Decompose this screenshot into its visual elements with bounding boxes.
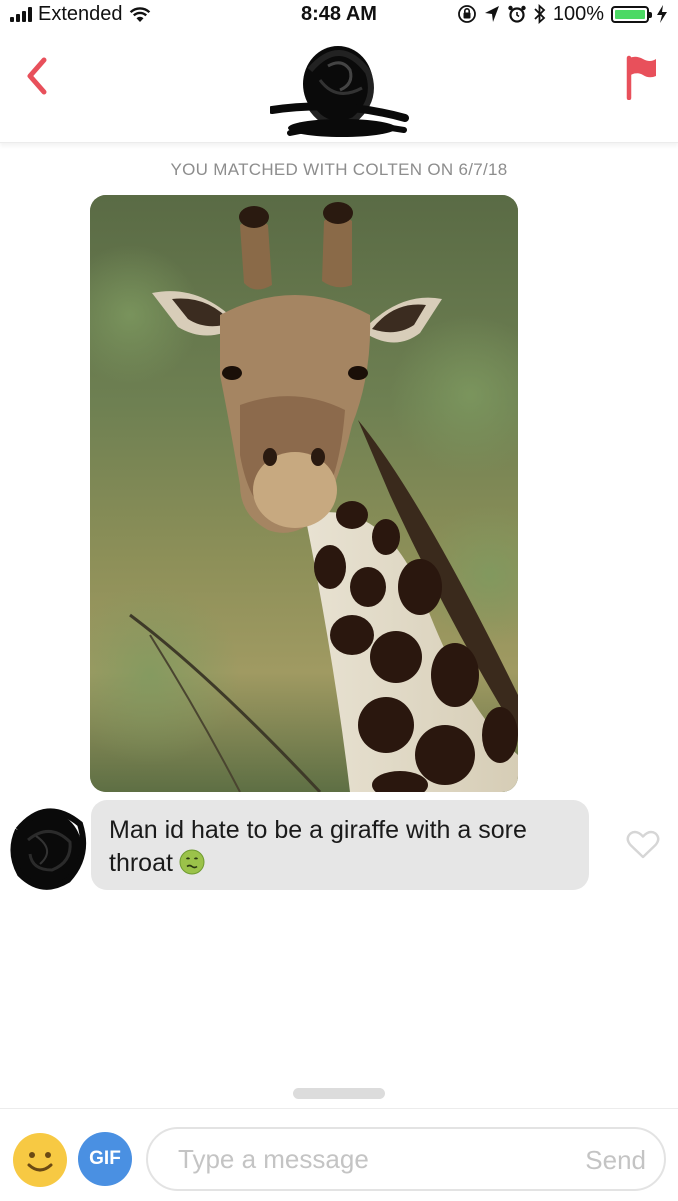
scribbled-avatar-image bbox=[10, 808, 86, 890]
charging-bolt-icon bbox=[657, 5, 667, 23]
emoji-button[interactable] bbox=[12, 1132, 68, 1188]
message-input[interactable] bbox=[178, 1138, 548, 1180]
back-button[interactable] bbox=[18, 54, 58, 98]
sender-avatar[interactable] bbox=[6, 800, 90, 896]
shared-photo-message[interactable] bbox=[90, 195, 518, 792]
gif-label: GIF bbox=[89, 1148, 121, 1169]
alarm-icon bbox=[508, 5, 526, 23]
location-icon bbox=[484, 6, 499, 22]
gif-button[interactable]: GIF bbox=[78, 1132, 132, 1186]
message-bubble[interactable]: Man id hate to be a giraffe with a sore … bbox=[91, 800, 589, 890]
send-button[interactable]: Send bbox=[585, 1145, 646, 1176]
match-notice: YOU MATCHED WITH COLTEN ON 6/7/18 bbox=[170, 160, 508, 179]
match-avatar[interactable] bbox=[268, 40, 410, 140]
report-button[interactable] bbox=[624, 54, 660, 101]
battery-percent: 100% bbox=[552, 2, 604, 25]
status-right: 100% bbox=[457, 2, 668, 26]
nauseated-face-emoji bbox=[179, 849, 205, 875]
heart-icon bbox=[626, 830, 660, 859]
message-text: Man id hate to be a giraffe with a sore … bbox=[109, 816, 527, 877]
like-message-button[interactable] bbox=[626, 830, 660, 860]
giraffe-photo bbox=[90, 195, 518, 792]
chevron-left-icon bbox=[27, 57, 47, 95]
status-bar: Extended 8:48 AM 100% bbox=[0, 0, 678, 28]
orientation-lock-icon bbox=[457, 5, 476, 23]
bluetooth-icon bbox=[534, 4, 546, 24]
chat-header bbox=[0, 28, 678, 143]
smiley-icon bbox=[13, 1133, 67, 1187]
scribbled-avatar-image bbox=[268, 46, 409, 137]
message-composer: GIF Send bbox=[0, 1108, 678, 1201]
flag-icon bbox=[626, 55, 656, 101]
battery-icon bbox=[611, 5, 652, 23]
message-field[interactable]: Send bbox=[146, 1127, 666, 1191]
drag-handle[interactable] bbox=[293, 1088, 385, 1099]
